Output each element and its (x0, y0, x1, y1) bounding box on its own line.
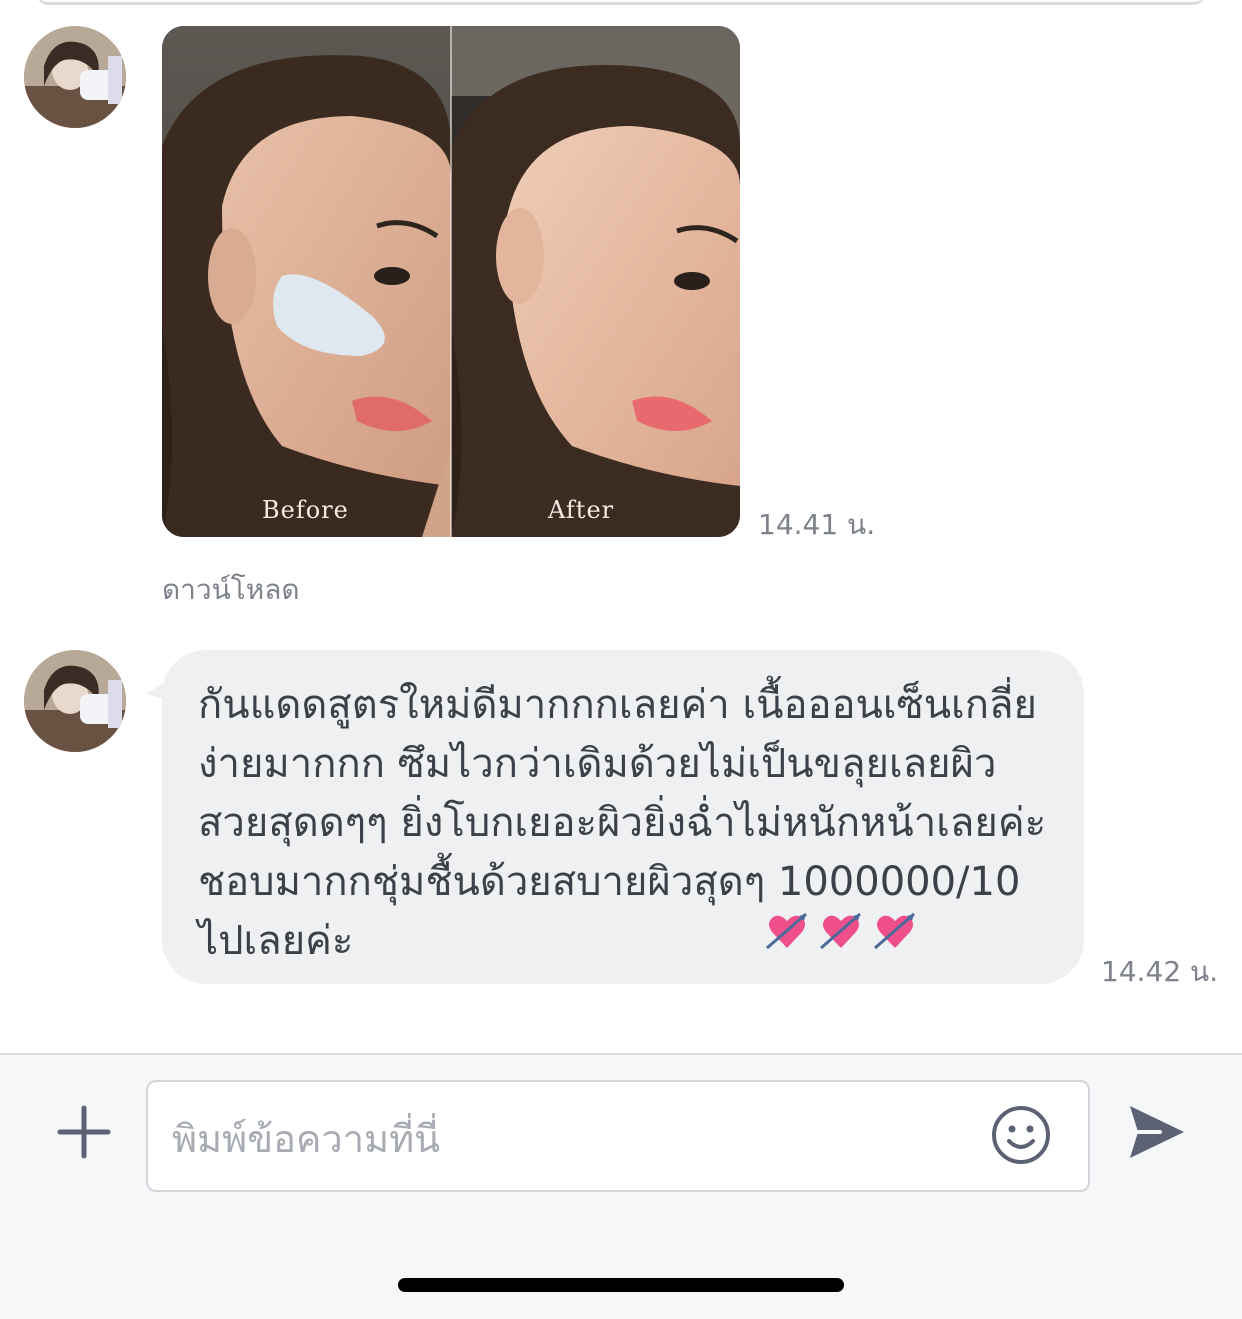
home-indicator[interactable] (398, 1278, 844, 1292)
top-divider (36, 0, 1206, 5)
message-input[interactable] (170, 1108, 974, 1170)
avatar-photo (24, 650, 126, 752)
smiley-icon[interactable] (990, 1104, 1052, 1166)
before-after-photo[interactable] (162, 26, 740, 537)
sender-avatar[interactable] (24, 26, 126, 128)
message-timestamp: 14.41 น. (758, 508, 876, 541)
avatar-photo (24, 26, 126, 128)
heart-with-arrow-icon (766, 912, 807, 950)
emoji-group (764, 908, 918, 954)
heart-with-arrow-icon (820, 912, 861, 950)
message-bubble[interactable]: กันแดดสูตรใหม่ดีมากกกเลยค่า เนื้อออนเซ็น… (162, 650, 1084, 984)
download-link[interactable]: ดาวน์โหลด (162, 568, 300, 612)
sender-avatar[interactable] (24, 650, 126, 752)
before-label: Before (262, 496, 349, 524)
before-after-image (162, 26, 740, 537)
plus-icon[interactable] (56, 1104, 112, 1160)
message-text: กันแดดสูตรใหม่ดีมากกกเลยค่า เนื้อออนเซ็น… (198, 682, 1059, 964)
after-label: After (548, 496, 615, 524)
heart-with-arrow-icon (874, 912, 915, 950)
message-input-container[interactable] (146, 1080, 1090, 1192)
message-timestamp: 14.42 น. (1101, 955, 1219, 988)
send-arrow-icon[interactable] (1126, 1102, 1188, 1162)
